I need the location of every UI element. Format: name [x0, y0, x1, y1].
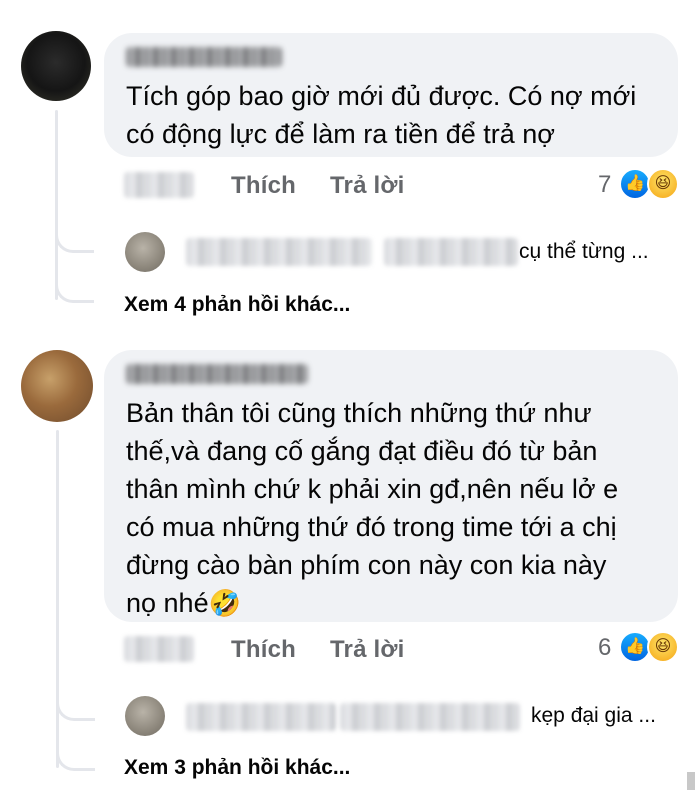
comment-text: Tích góp bao giờ mới đủ được. Có nợ mới …: [126, 81, 637, 149]
thread-connector: [55, 272, 94, 303]
reaction-count[interactable]: 7: [598, 171, 611, 199]
commenter-avatar[interactable]: [21, 350, 93, 422]
reaction-count[interactable]: 6: [598, 634, 611, 662]
reply-author-redacted[interactable]: [186, 703, 336, 731]
reply-avatar[interactable]: [125, 696, 165, 736]
haha-icon: 😆: [647, 168, 679, 200]
timestamp-redacted[interactable]: [124, 172, 194, 198]
thread-connector: [55, 222, 94, 253]
comment-bubble: Tích góp bao giờ mới đủ được. Có nợ mới …: [104, 33, 678, 157]
author-name-redacted[interactable]: [126, 47, 282, 67]
comment-bubble: Bản thân tôi cũng thích những thứ như th…: [104, 350, 678, 622]
reply-button[interactable]: Trả lời: [330, 172, 405, 200]
reply-author-redacted[interactable]: [186, 238, 372, 266]
reply-preview-text[interactable]: cụ thể từng ...: [519, 240, 649, 264]
rofl-emoji: 🤣: [208, 588, 241, 618]
thread-connector: [56, 690, 95, 721]
reply-button[interactable]: Trả lời: [330, 636, 405, 664]
reply-avatar[interactable]: [125, 232, 165, 272]
view-more-replies-link[interactable]: Xem 3 phản hồi khác...: [124, 756, 350, 780]
like-button[interactable]: Thích: [231, 636, 296, 664]
scrollbar-thumb[interactable]: [687, 772, 695, 790]
timestamp-redacted[interactable]: [124, 636, 194, 662]
reply-text-redacted: [340, 703, 520, 731]
view-more-replies-link[interactable]: Xem 4 phản hồi khác...: [124, 293, 350, 317]
commenter-avatar[interactable]: [21, 31, 91, 101]
reply-preview-text[interactable]: kẹp đại gia ...: [531, 704, 656, 728]
thread-connector: [56, 740, 95, 771]
comment-text: Bản thân tôi cũng thích những thứ như th…: [126, 394, 671, 622]
author-name-redacted[interactable]: [126, 364, 308, 384]
haha-icon: 😆: [647, 631, 679, 663]
reply-text-redacted: [384, 238, 518, 266]
comment-text-body: Bản thân tôi cũng thích những thứ như th…: [126, 398, 619, 618]
thread-line: [56, 430, 59, 768]
like-button[interactable]: Thích: [231, 172, 296, 200]
